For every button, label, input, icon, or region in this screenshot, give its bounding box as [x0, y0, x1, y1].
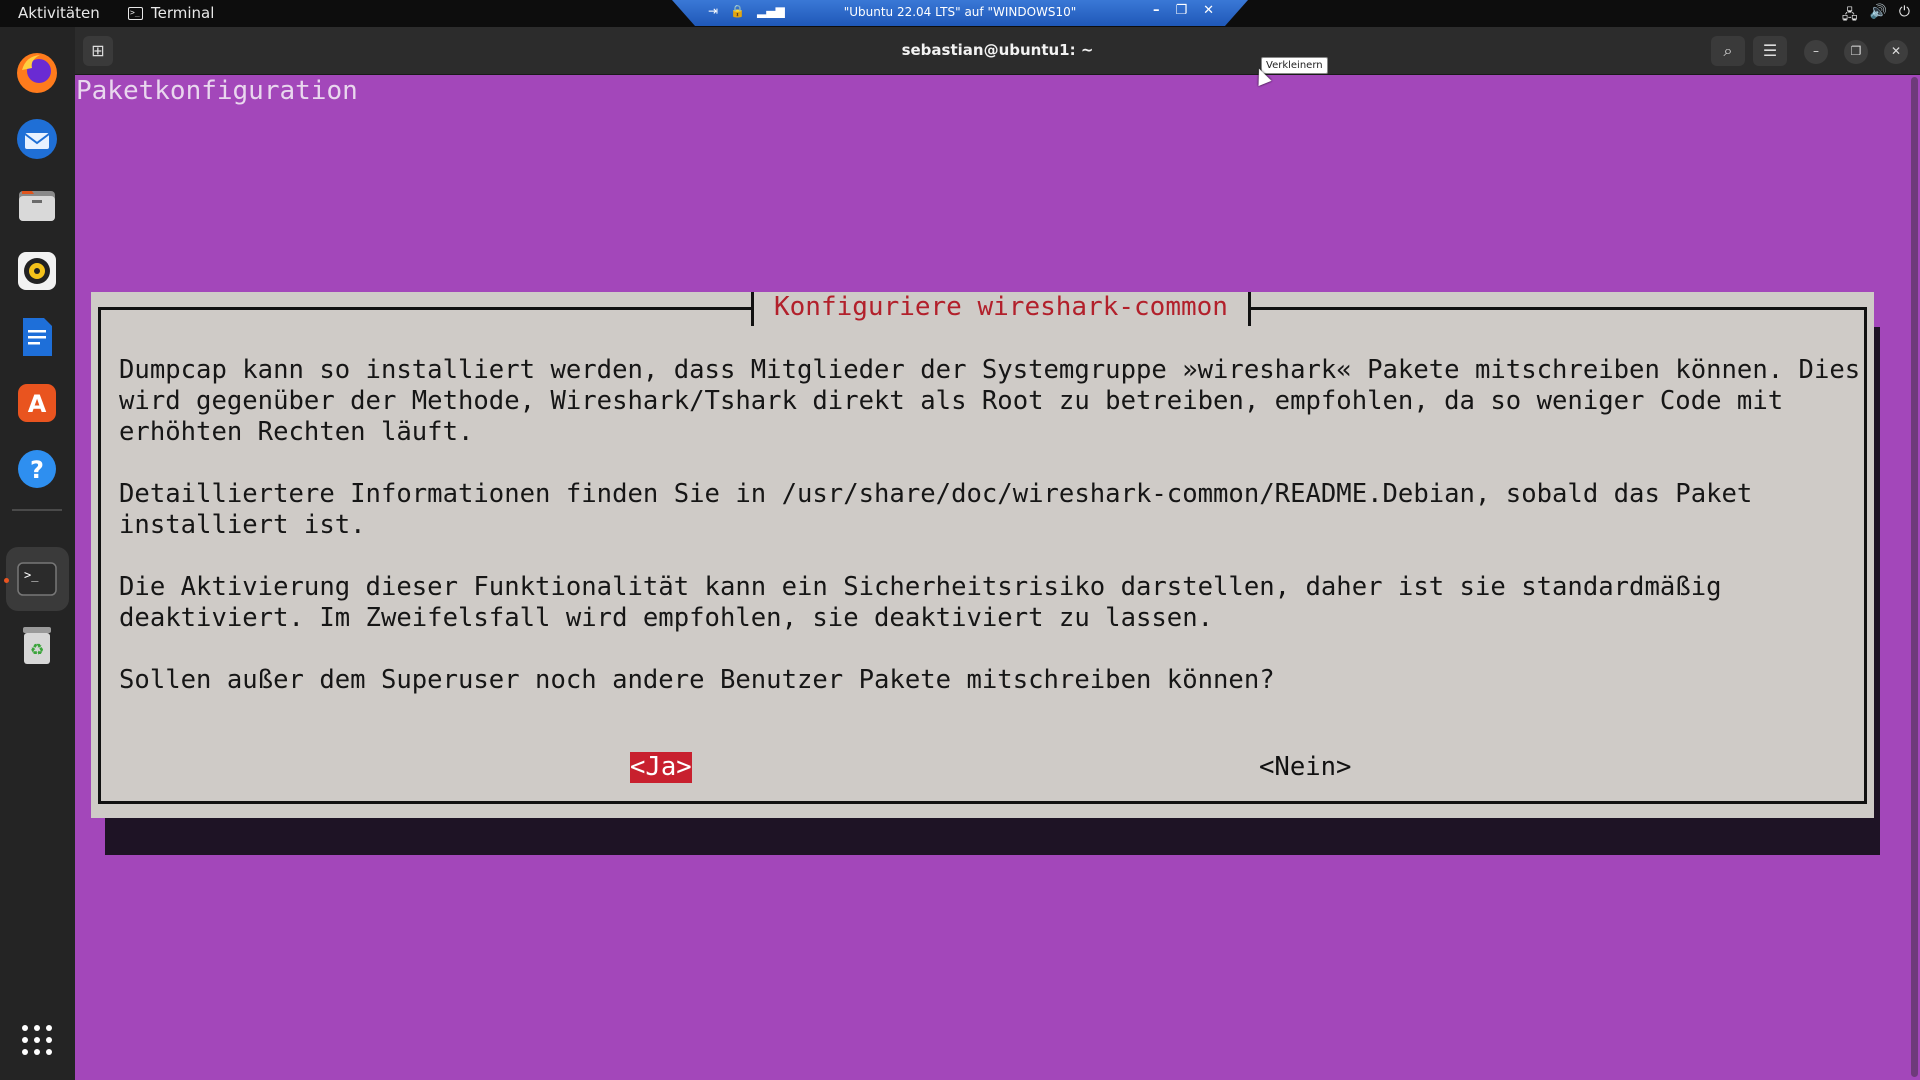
dialog-question: Sollen außer dem Superuser noch andere B…	[119, 665, 1275, 695]
tooltip: Verkleinern	[1261, 57, 1328, 74]
vm-minimize-icon[interactable]: –	[1153, 3, 1160, 18]
svg-text:A: A	[28, 390, 47, 418]
app-grid-icon[interactable]	[13, 1016, 61, 1064]
minimize-button[interactable]: –	[1804, 40, 1828, 64]
help-icon[interactable]: ?	[13, 445, 61, 493]
trash-icon[interactable]: ♻	[13, 621, 61, 669]
running-indicator	[4, 578, 9, 583]
activities-button[interactable]: Aktivitäten	[18, 4, 100, 22]
search-button[interactable]: ⌕	[1711, 36, 1745, 66]
terminal-icon: >_	[128, 6, 143, 20]
window-title: sebastian@ubuntu1: ~	[901, 41, 1094, 59]
power-icon[interactable]: ⏻	[1899, 4, 1910, 28]
app-center-icon[interactable]: A	[13, 379, 61, 427]
menu-button[interactable]: ☰	[1753, 36, 1787, 66]
dialog-title: Konfiguriere wireshark-common	[751, 292, 1251, 326]
dock-separator	[12, 509, 62, 511]
no-button[interactable]: <Nein>	[1259, 752, 1351, 783]
vm-close-icon[interactable]: ✕	[1203, 3, 1214, 18]
rhythmbox-icon[interactable]	[13, 247, 61, 295]
hamburger-icon: ☰	[1762, 41, 1778, 60]
thunderbird-icon[interactable]	[13, 115, 61, 163]
network-icon[interactable]: 🖧	[1842, 4, 1858, 28]
dialog-paragraph-3: Die Aktivierung dieser Funktionalität ka…	[119, 572, 1722, 633]
backtitle: Paketkonfiguration	[76, 76, 358, 106]
debconf-dialog: Konfiguriere wireshark-common Dumpcap ka…	[91, 292, 1874, 818]
vm-connection-bar: ⇥ 🔒 ▂▄▆ "Ubuntu 22.04 LTS" auf "WINDOWS1…	[672, 0, 1248, 26]
dialog-shadow	[105, 815, 1880, 855]
system-tray[interactable]: 🖧 🔊 ⏻	[1842, 4, 1910, 28]
terminal-icon[interactable]: >_	[13, 555, 61, 603]
dialog-paragraph-2: Detailliertere Informationen finden Sie …	[119, 479, 1753, 540]
firefox-icon[interactable]	[13, 49, 61, 97]
header-bar: ⊞ sebastian@ubuntu1: ~ ⌕ ☰ – ❐ ✕	[75, 27, 1920, 75]
writer-icon[interactable]	[13, 313, 61, 361]
search-icon: ⌕	[1723, 41, 1733, 60]
svg-text:>_: >_	[24, 568, 39, 582]
app-menu-label: Terminal	[151, 4, 215, 22]
yes-button[interactable]: <Ja>	[630, 752, 692, 783]
vm-restore-icon[interactable]: ❐	[1175, 3, 1187, 18]
close-button[interactable]: ✕	[1884, 40, 1908, 64]
dialog-paragraph-1: Dumpcap kann so installiert werden, dass…	[119, 355, 1861, 447]
svg-text:?: ?	[30, 456, 44, 484]
files-icon[interactable]	[13, 181, 61, 229]
maximize-button[interactable]: ❐	[1844, 40, 1868, 64]
app-menu[interactable]: >_ Terminal	[128, 4, 214, 22]
svg-text:♻: ♻	[30, 640, 44, 659]
dock: A ? >_ ♻	[0, 27, 75, 1080]
volume-icon[interactable]: 🔊	[1869, 4, 1886, 28]
terminal-scrollbar[interactable]	[1911, 77, 1918, 1077]
terminal-window: ⊞ sebastian@ubuntu1: ~ ⌕ ☰ – ❐ ✕ Paketko…	[75, 27, 1920, 1080]
